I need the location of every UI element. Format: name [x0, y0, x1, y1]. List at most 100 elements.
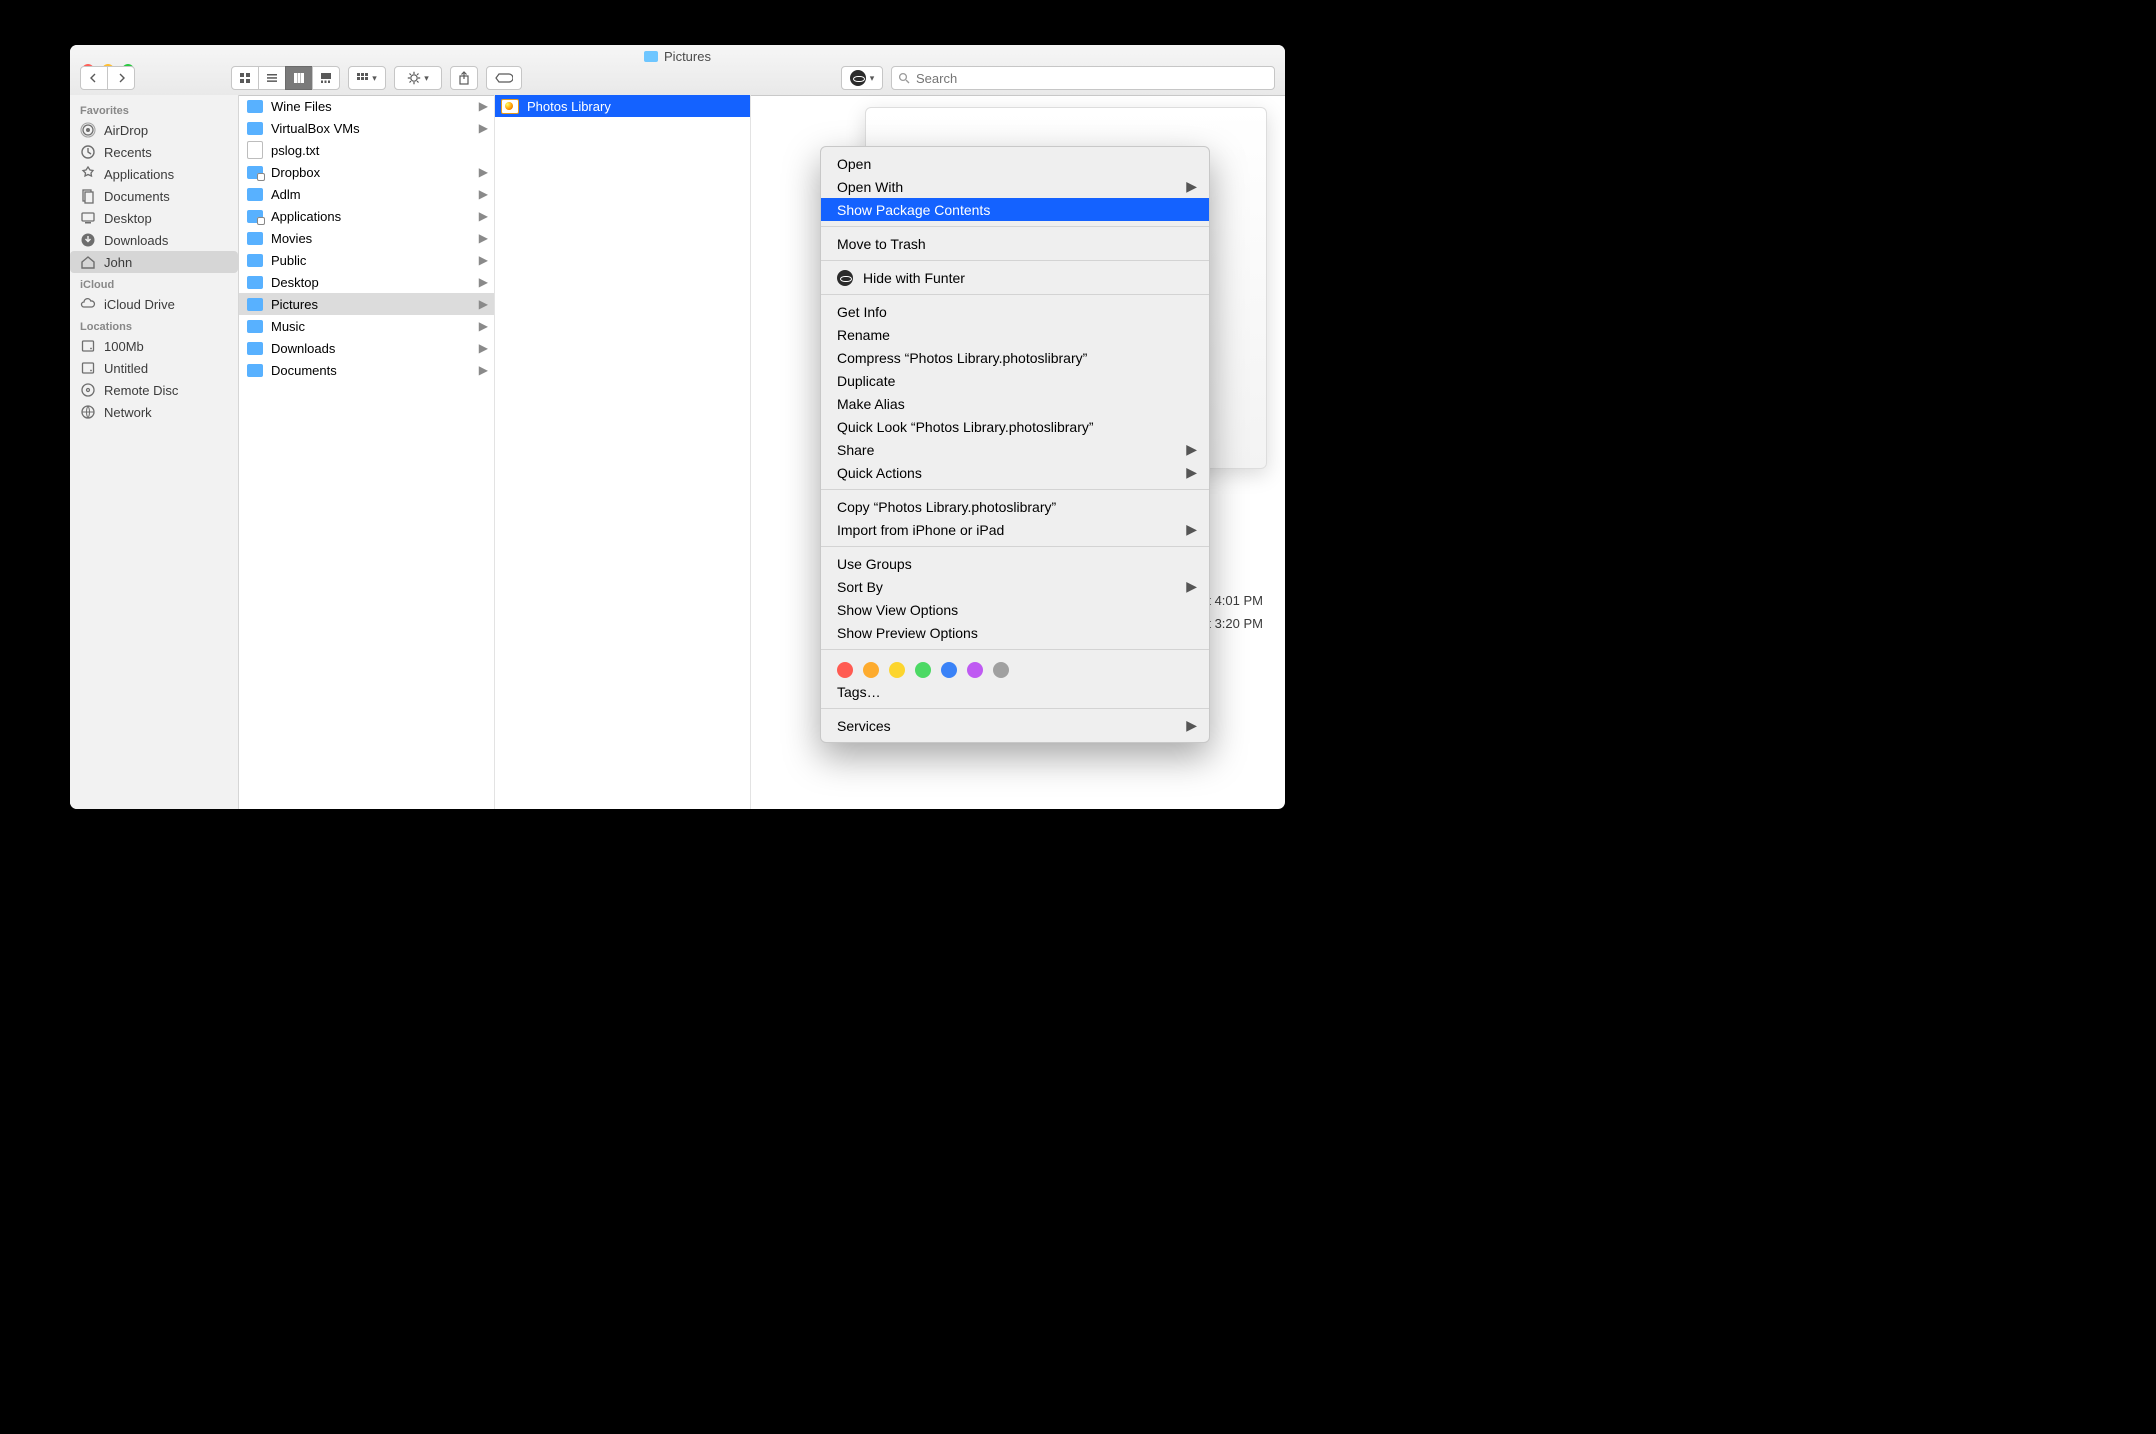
sidebar-item-label: Untitled	[104, 361, 148, 376]
tags-button[interactable]	[486, 66, 522, 90]
sidebar-item-remote-disc[interactable]: Remote Disc	[70, 379, 238, 401]
menu-item[interactable]: Show Preview Options	[821, 621, 1209, 644]
sidebar-item-john[interactable]: John	[70, 251, 238, 273]
folder-icon	[247, 210, 263, 223]
tag-color-dot[interactable]	[941, 662, 957, 678]
search-icon	[898, 72, 910, 84]
sidebar-item-icloud-drive[interactable]: iCloud Drive	[70, 293, 238, 315]
chevron-right-icon: ▶	[479, 209, 488, 223]
file-row[interactable]: Music▶	[239, 315, 494, 337]
gallery-view-button[interactable]	[312, 66, 340, 90]
menu-item-label: Open	[837, 156, 871, 172]
file-row[interactable]: pslog.txt	[239, 139, 494, 161]
list-view-button[interactable]	[258, 66, 286, 90]
sidebar-item-downloads[interactable]: Downloads	[70, 229, 238, 251]
file-label: Music	[271, 319, 305, 334]
group-by-button[interactable]: ▾	[348, 66, 386, 90]
menu-item-label: Duplicate	[837, 373, 895, 389]
sidebar-item-100mb[interactable]: 100Mb	[70, 335, 238, 357]
file-row[interactable]: Pictures▶	[239, 293, 494, 315]
folder-icon	[247, 364, 263, 377]
file-row[interactable]: Dropbox▶	[239, 161, 494, 183]
menu-item[interactable]: Open With▶	[821, 175, 1209, 198]
tag-color-dot[interactable]	[915, 662, 931, 678]
file-row[interactable]: Wine Files▶	[239, 95, 494, 117]
menu-item[interactable]: Services▶	[821, 714, 1209, 737]
tag-color-dot[interactable]	[967, 662, 983, 678]
menu-item[interactable]: Copy “Photos Library.photoslibrary”	[821, 495, 1209, 518]
search-field[interactable]	[891, 66, 1275, 90]
menu-separator	[821, 260, 1209, 261]
menu-item-label: Rename	[837, 327, 890, 343]
search-input[interactable]	[914, 70, 1268, 87]
chevron-right-icon: ▶	[1186, 441, 1197, 458]
menu-item[interactable]: Make Alias	[821, 392, 1209, 415]
sidebar-item-label: iCloud Drive	[104, 297, 175, 312]
icon-view-button[interactable]	[231, 66, 259, 90]
menu-item[interactable]: Rename	[821, 323, 1209, 346]
file-label: VirtualBox VMs	[271, 121, 360, 136]
menu-item[interactable]: Import from iPhone or iPad▶	[821, 518, 1209, 541]
file-label: Desktop	[271, 275, 319, 290]
tag-color-row	[821, 655, 1209, 680]
tag-color-dot[interactable]	[837, 662, 853, 678]
file-row[interactable]: Applications▶	[239, 205, 494, 227]
menu-separator	[821, 649, 1209, 650]
tag-color-dot[interactable]	[889, 662, 905, 678]
view-mode-segment	[231, 66, 340, 90]
menu-item[interactable]: Open	[821, 152, 1209, 175]
sidebar-item-label: Desktop	[104, 211, 152, 226]
chevron-right-icon: ▶	[479, 275, 488, 289]
menu-item[interactable]: Move to Trash	[821, 232, 1209, 255]
sidebar-item-untitled[interactable]: Untitled	[70, 357, 238, 379]
menu-item[interactable]: Show View Options	[821, 598, 1209, 621]
sidebar-item-documents[interactable]: Documents	[70, 185, 238, 207]
sidebar-item-recents[interactable]: Recents	[70, 141, 238, 163]
file-label: Dropbox	[271, 165, 320, 180]
file-row[interactable]: Adlm▶	[239, 183, 494, 205]
column-view-button[interactable]	[285, 66, 313, 90]
chevron-right-icon: ▶	[1186, 521, 1197, 538]
file-row[interactable]: Movies▶	[239, 227, 494, 249]
file-label: pslog.txt	[271, 143, 319, 158]
folder-icon	[247, 298, 263, 311]
menu-item-label: Show Package Contents	[837, 202, 990, 218]
menu-item[interactable]: Tags…	[821, 680, 1209, 703]
chevron-right-icon: ▶	[1186, 464, 1197, 481]
funter-toolbar-button[interactable]: ▾	[841, 66, 883, 90]
forward-button[interactable]	[107, 66, 135, 90]
file-row[interactable]: VirtualBox VMs▶	[239, 117, 494, 139]
sidebar-item-desktop[interactable]: Desktop	[70, 207, 238, 229]
menu-item-label: Use Groups	[837, 556, 912, 572]
sidebar-item-network[interactable]: Network	[70, 401, 238, 423]
menu-item[interactable]: Quick Look “Photos Library.photoslibrary…	[821, 415, 1209, 438]
tag-color-dot[interactable]	[863, 662, 879, 678]
eye-icon	[850, 70, 866, 86]
sidebar-item-applications[interactable]: Applications	[70, 163, 238, 185]
menu-item[interactable]: Show Package Contents	[821, 198, 1209, 221]
sidebar-item-label: Downloads	[104, 233, 168, 248]
menu-item[interactable]: Share ▶	[821, 438, 1209, 461]
menu-item[interactable]: Get Info	[821, 300, 1209, 323]
recents-icon	[80, 144, 96, 160]
file-row[interactable]: Downloads▶	[239, 337, 494, 359]
back-button[interactable]	[80, 66, 108, 90]
file-label: Pictures	[271, 297, 318, 312]
sidebar-item-label: Remote Disc	[104, 383, 178, 398]
menu-item[interactable]: Quick Actions▶	[821, 461, 1209, 484]
action-menu-button[interactable]: ▾	[394, 66, 442, 90]
share-button[interactable]	[450, 66, 478, 90]
menu-item[interactable]: Hide with Funter	[821, 266, 1209, 289]
file-row[interactable]: Public▶	[239, 249, 494, 271]
menu-item[interactable]: Use Groups	[821, 552, 1209, 575]
tag-color-dot[interactable]	[993, 662, 1009, 678]
file-row[interactable]: Documents▶	[239, 359, 494, 381]
menu-item[interactable]: Duplicate	[821, 369, 1209, 392]
sidebar-heading: Favorites	[70, 99, 238, 119]
file-row-selected[interactable]: Photos Library	[495, 95, 750, 117]
menu-item-label: Share	[837, 442, 874, 458]
file-row[interactable]: Desktop ▶	[239, 271, 494, 293]
menu-item[interactable]: Sort By▶	[821, 575, 1209, 598]
menu-item[interactable]: Compress “Photos Library.photoslibrary”	[821, 346, 1209, 369]
sidebar-item-airdrop[interactable]: AirDrop	[70, 119, 238, 141]
